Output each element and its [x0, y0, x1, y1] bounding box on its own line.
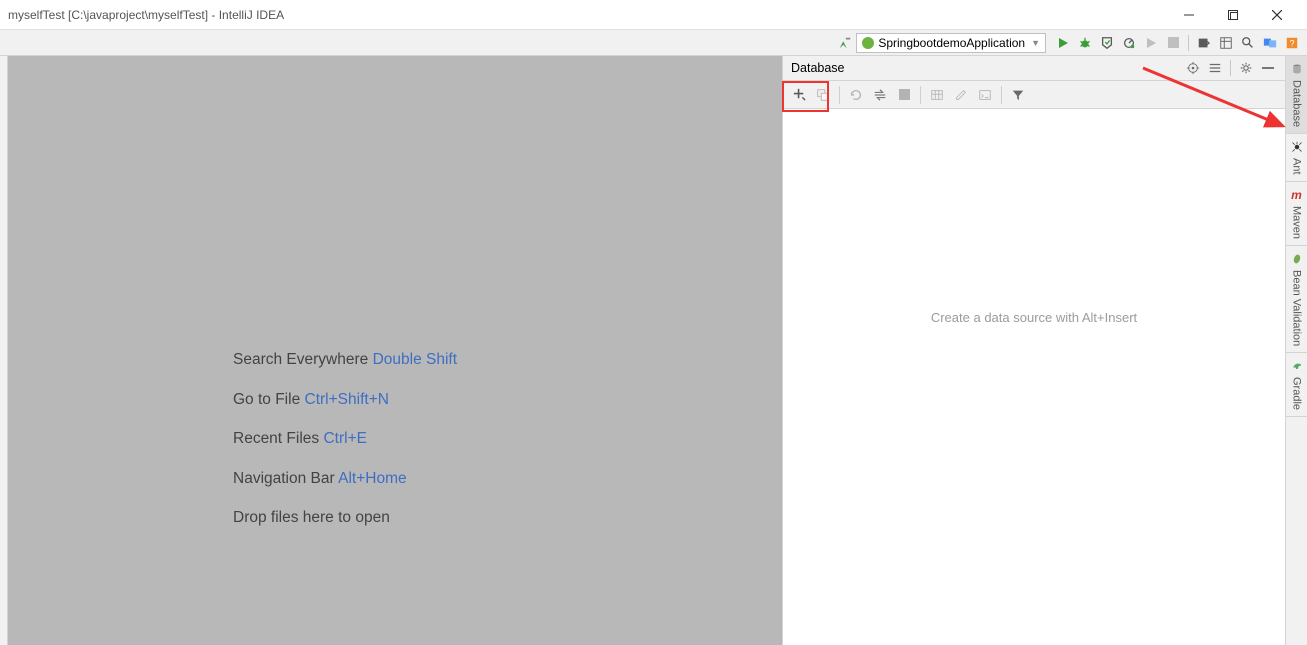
ant-icon: [1290, 140, 1304, 154]
separator: [920, 86, 921, 104]
translate-button[interactable]: [1259, 32, 1281, 54]
minimize-panel-icon[interactable]: [1257, 57, 1279, 79]
stop-button: [1162, 32, 1184, 54]
hint-row: Go to File Ctrl+Shift+N: [233, 392, 457, 408]
hint-kbd: Ctrl+Shift+N: [305, 391, 389, 408]
welcome-hints: Search Everywhere Double Shift Go to Fil…: [233, 352, 457, 550]
right-tool-rail: Database Ant m Maven Bean Validation Gra…: [1285, 56, 1307, 645]
edit-button[interactable]: [949, 83, 973, 107]
coverage-button[interactable]: [1096, 32, 1118, 54]
help-button[interactable]: ?: [1281, 32, 1303, 54]
tab-label: Gradle: [1291, 377, 1303, 410]
filter-button[interactable]: [1006, 83, 1030, 107]
hint-label: Recent Files: [233, 430, 319, 447]
close-button[interactable]: [1255, 0, 1299, 29]
separator: [1230, 60, 1231, 76]
tab-label: Bean Validation: [1291, 270, 1303, 346]
build-icon[interactable]: [834, 32, 856, 54]
profile-button[interactable]: [1118, 32, 1140, 54]
hint-label: Go to File: [233, 391, 300, 408]
hint-kbd: Double Shift: [373, 351, 457, 368]
table-view-button[interactable]: [925, 83, 949, 107]
structure-button[interactable]: [1215, 32, 1237, 54]
database-placeholder: Create a data source with Alt+Insert: [931, 310, 1137, 325]
spring-icon: [862, 37, 874, 49]
collapse-icon[interactable]: [1204, 57, 1226, 79]
tab-maven[interactable]: m Maven: [1286, 182, 1307, 246]
run-configuration-selector[interactable]: SpringbootdemoApplication ▼: [856, 33, 1046, 53]
hint-row: Navigation Bar Alt+Home: [233, 471, 457, 487]
tab-database[interactable]: Database: [1286, 56, 1307, 134]
database-title: Database: [791, 61, 1182, 75]
tab-ant[interactable]: Ant: [1286, 134, 1307, 182]
database-icon: [1290, 62, 1304, 76]
separator: [839, 86, 840, 104]
duplicate-button[interactable]: [811, 83, 835, 107]
hint-label: Search Everywhere: [233, 351, 368, 368]
sync-button[interactable]: [868, 83, 892, 107]
hint-label: Drop files here to open: [233, 509, 390, 526]
minimize-button[interactable]: [1167, 0, 1211, 29]
hint-label: Navigation Bar: [233, 470, 335, 487]
hint-kbd: Ctrl+E: [323, 430, 367, 447]
tab-label: Database: [1291, 80, 1303, 127]
hint-kbd: Alt+Home: [338, 470, 407, 487]
add-datasource-button[interactable]: [787, 83, 811, 107]
main-toolbar: SpringbootdemoApplication ▼ ?: [0, 30, 1307, 56]
database-toolbar: [783, 81, 1285, 109]
hint-row: Drop files here to open: [233, 510, 457, 526]
vcs-update-button[interactable]: [1193, 32, 1215, 54]
window-title: myselfTest [C:\javaproject\myselfTest] -…: [8, 8, 1167, 22]
run-button[interactable]: [1052, 32, 1074, 54]
separator: [1001, 86, 1002, 104]
database-panel-header: Database: [783, 56, 1285, 81]
database-empty-content: Create a data source with Alt+Insert: [783, 109, 1285, 645]
tab-label: Ant: [1291, 158, 1303, 175]
chevron-down-icon: ▼: [1031, 38, 1040, 48]
hint-row: Recent Files Ctrl+E: [233, 431, 457, 447]
separator: [1188, 35, 1189, 51]
tab-label: Maven: [1291, 206, 1303, 239]
debug-button[interactable]: [1074, 32, 1096, 54]
maven-icon: m: [1290, 188, 1304, 202]
stop-db-button: [892, 83, 916, 107]
refresh-button[interactable]: [844, 83, 868, 107]
bean-icon: [1290, 252, 1304, 266]
hint-row: Search Everywhere Double Shift: [233, 352, 457, 368]
titlebar: myselfTest [C:\javaproject\myselfTest] -…: [0, 0, 1307, 30]
gradle-icon: [1290, 359, 1304, 373]
run-disabled-button: [1140, 32, 1162, 54]
tab-gradle[interactable]: Gradle: [1286, 353, 1307, 417]
editor-welcome[interactable]: Search Everywhere Double Shift Go to Fil…: [8, 56, 782, 645]
target-icon[interactable]: [1182, 57, 1204, 79]
tab-bean-validation[interactable]: Bean Validation: [1286, 246, 1307, 353]
run-config-label: SpringbootdemoApplication: [878, 36, 1025, 50]
maximize-button[interactable]: [1211, 0, 1255, 29]
content-area: Search Everywhere Double Shift Go to Fil…: [0, 56, 1307, 645]
database-panel: Database Create a data source with Alt+I…: [782, 56, 1285, 645]
search-button[interactable]: [1237, 32, 1259, 54]
settings-icon[interactable]: [1235, 57, 1257, 79]
svg-text:?: ?: [1290, 38, 1295, 48]
console-button[interactable]: [973, 83, 997, 107]
left-rail: [0, 56, 8, 645]
